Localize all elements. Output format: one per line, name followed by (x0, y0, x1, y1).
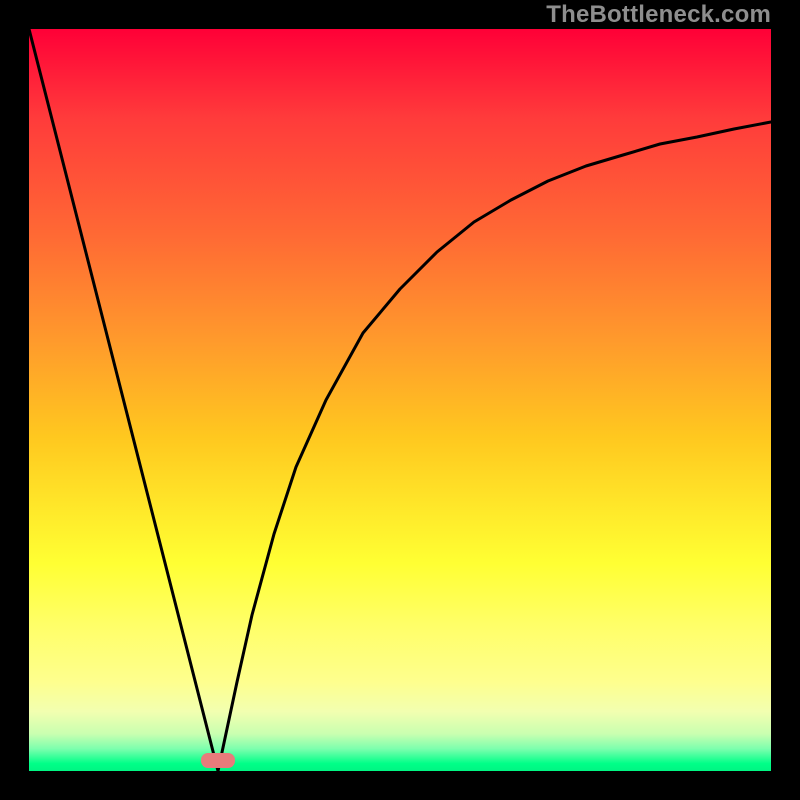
plot-area (29, 29, 771, 771)
curve-left-branch (29, 29, 218, 771)
watermark-text: TheBottleneck.com (546, 0, 771, 29)
curve-svg (29, 29, 771, 771)
chart-frame: TheBottleneck.com (0, 0, 800, 800)
curve-right-branch (218, 122, 771, 771)
optimal-marker (201, 753, 235, 768)
